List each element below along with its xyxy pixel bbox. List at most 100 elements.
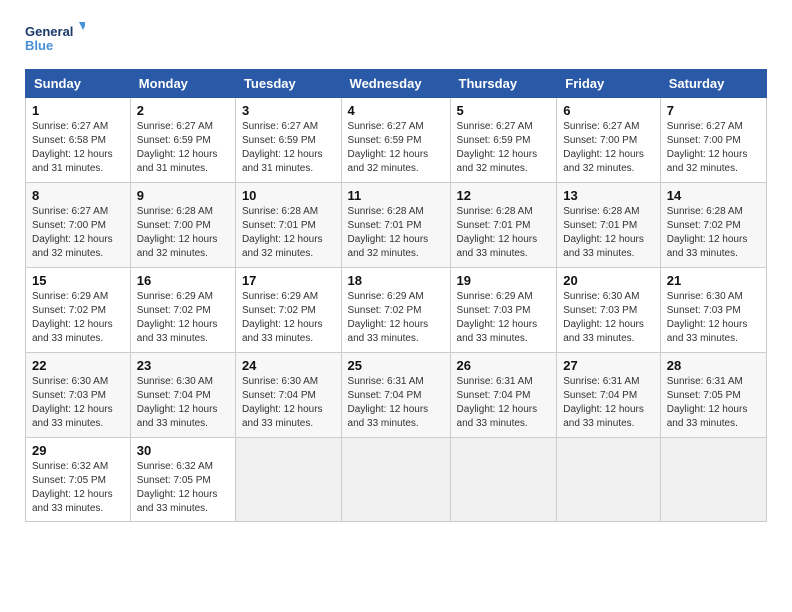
day-cell: 20 Sunrise: 6:30 AM Sunset: 7:03 PM Dayl…	[557, 268, 660, 353]
day-number: 1	[32, 103, 124, 118]
day-number: 5	[457, 103, 551, 118]
calendar-page: General Blue SundayMondayTuesdayWednesda…	[0, 0, 792, 612]
day-info: Sunrise: 6:31 AM Sunset: 7:04 PM Dayligh…	[457, 375, 551, 431]
day-cell: 22 Sunrise: 6:30 AM Sunset: 7:03 PM Dayl…	[26, 353, 131, 438]
day-cell: 2 Sunrise: 6:27 AM Sunset: 6:59 PM Dayli…	[130, 98, 235, 183]
day-cell: 6 Sunrise: 6:27 AM Sunset: 7:00 PM Dayli…	[557, 98, 660, 183]
day-info: Sunrise: 6:31 AM Sunset: 7:04 PM Dayligh…	[348, 375, 444, 431]
day-cell: 23 Sunrise: 6:30 AM Sunset: 7:04 PM Dayl…	[130, 353, 235, 438]
day-cell: 4 Sunrise: 6:27 AM Sunset: 6:59 PM Dayli…	[341, 98, 450, 183]
day-header-wednesday: Wednesday	[341, 70, 450, 98]
day-info: Sunrise: 6:30 AM Sunset: 7:03 PM Dayligh…	[667, 290, 760, 346]
header-area: General Blue	[25, 20, 767, 61]
day-cell: 1 Sunrise: 6:27 AM Sunset: 6:58 PM Dayli…	[26, 98, 131, 183]
day-info: Sunrise: 6:27 AM Sunset: 7:00 PM Dayligh…	[563, 120, 653, 176]
day-number: 4	[348, 103, 444, 118]
day-info: Sunrise: 6:27 AM Sunset: 6:58 PM Dayligh…	[32, 120, 124, 176]
day-info: Sunrise: 6:28 AM Sunset: 7:01 PM Dayligh…	[242, 205, 335, 261]
day-number: 25	[348, 358, 444, 373]
day-cell: 28 Sunrise: 6:31 AM Sunset: 7:05 PM Dayl…	[660, 353, 766, 438]
day-cell: 12 Sunrise: 6:28 AM Sunset: 7:01 PM Dayl…	[450, 183, 557, 268]
day-info: Sunrise: 6:27 AM Sunset: 7:00 PM Dayligh…	[32, 205, 124, 261]
day-number: 7	[667, 103, 760, 118]
day-number: 6	[563, 103, 653, 118]
logo: General Blue	[25, 20, 85, 61]
day-cell	[341, 438, 450, 522]
day-number: 14	[667, 188, 760, 203]
day-cell: 5 Sunrise: 6:27 AM Sunset: 6:59 PM Dayli…	[450, 98, 557, 183]
day-info: Sunrise: 6:29 AM Sunset: 7:02 PM Dayligh…	[242, 290, 335, 346]
day-info: Sunrise: 6:27 AM Sunset: 6:59 PM Dayligh…	[457, 120, 551, 176]
day-header-friday: Friday	[557, 70, 660, 98]
day-cell: 8 Sunrise: 6:27 AM Sunset: 7:00 PM Dayli…	[26, 183, 131, 268]
day-number: 10	[242, 188, 335, 203]
logo-svg: General Blue	[25, 20, 85, 56]
day-cell: 3 Sunrise: 6:27 AM Sunset: 6:59 PM Dayli…	[235, 98, 341, 183]
week-row-5: 29 Sunrise: 6:32 AM Sunset: 7:05 PM Dayl…	[26, 438, 767, 522]
day-cell: 9 Sunrise: 6:28 AM Sunset: 7:00 PM Dayli…	[130, 183, 235, 268]
day-info: Sunrise: 6:31 AM Sunset: 7:05 PM Dayligh…	[667, 375, 760, 431]
day-number: 8	[32, 188, 124, 203]
week-row-4: 22 Sunrise: 6:30 AM Sunset: 7:03 PM Dayl…	[26, 353, 767, 438]
day-header-thursday: Thursday	[450, 70, 557, 98]
day-number: 22	[32, 358, 124, 373]
day-number: 18	[348, 273, 444, 288]
day-info: Sunrise: 6:29 AM Sunset: 7:02 PM Dayligh…	[348, 290, 444, 346]
day-cell: 11 Sunrise: 6:28 AM Sunset: 7:01 PM Dayl…	[341, 183, 450, 268]
day-cell: 10 Sunrise: 6:28 AM Sunset: 7:01 PM Dayl…	[235, 183, 341, 268]
day-number: 15	[32, 273, 124, 288]
day-info: Sunrise: 6:27 AM Sunset: 6:59 PM Dayligh…	[242, 120, 335, 176]
day-info: Sunrise: 6:30 AM Sunset: 7:03 PM Dayligh…	[563, 290, 653, 346]
day-info: Sunrise: 6:27 AM Sunset: 7:00 PM Dayligh…	[667, 120, 760, 176]
day-number: 2	[137, 103, 229, 118]
day-cell	[660, 438, 766, 522]
day-number: 17	[242, 273, 335, 288]
day-info: Sunrise: 6:28 AM Sunset: 7:00 PM Dayligh…	[137, 205, 229, 261]
week-row-2: 8 Sunrise: 6:27 AM Sunset: 7:00 PM Dayli…	[26, 183, 767, 268]
day-number: 9	[137, 188, 229, 203]
day-info: Sunrise: 6:32 AM Sunset: 7:05 PM Dayligh…	[32, 460, 124, 516]
day-headers-row: SundayMondayTuesdayWednesdayThursdayFrid…	[26, 70, 767, 98]
day-number: 30	[137, 443, 229, 458]
day-cell: 29 Sunrise: 6:32 AM Sunset: 7:05 PM Dayl…	[26, 438, 131, 522]
day-cell: 26 Sunrise: 6:31 AM Sunset: 7:04 PM Dayl…	[450, 353, 557, 438]
day-info: Sunrise: 6:28 AM Sunset: 7:01 PM Dayligh…	[457, 205, 551, 261]
day-header-monday: Monday	[130, 70, 235, 98]
day-number: 20	[563, 273, 653, 288]
week-row-1: 1 Sunrise: 6:27 AM Sunset: 6:58 PM Dayli…	[26, 98, 767, 183]
day-number: 28	[667, 358, 760, 373]
day-number: 16	[137, 273, 229, 288]
day-number: 12	[457, 188, 551, 203]
day-info: Sunrise: 6:31 AM Sunset: 7:04 PM Dayligh…	[563, 375, 653, 431]
day-info: Sunrise: 6:29 AM Sunset: 7:03 PM Dayligh…	[457, 290, 551, 346]
day-number: 13	[563, 188, 653, 203]
day-info: Sunrise: 6:29 AM Sunset: 7:02 PM Dayligh…	[32, 290, 124, 346]
day-cell: 19 Sunrise: 6:29 AM Sunset: 7:03 PM Dayl…	[450, 268, 557, 353]
day-cell: 14 Sunrise: 6:28 AM Sunset: 7:02 PM Dayl…	[660, 183, 766, 268]
day-header-saturday: Saturday	[660, 70, 766, 98]
day-info: Sunrise: 6:27 AM Sunset: 6:59 PM Dayligh…	[348, 120, 444, 176]
svg-text:Blue: Blue	[25, 38, 53, 53]
day-cell: 27 Sunrise: 6:31 AM Sunset: 7:04 PM Dayl…	[557, 353, 660, 438]
day-cell: 25 Sunrise: 6:31 AM Sunset: 7:04 PM Dayl…	[341, 353, 450, 438]
day-header-sunday: Sunday	[26, 70, 131, 98]
day-info: Sunrise: 6:30 AM Sunset: 7:04 PM Dayligh…	[242, 375, 335, 431]
day-cell	[557, 438, 660, 522]
day-cell: 30 Sunrise: 6:32 AM Sunset: 7:05 PM Dayl…	[130, 438, 235, 522]
day-cell: 7 Sunrise: 6:27 AM Sunset: 7:00 PM Dayli…	[660, 98, 766, 183]
day-cell	[450, 438, 557, 522]
svg-text:General: General	[25, 24, 73, 39]
day-info: Sunrise: 6:28 AM Sunset: 7:01 PM Dayligh…	[563, 205, 653, 261]
day-number: 21	[667, 273, 760, 288]
day-cell: 18 Sunrise: 6:29 AM Sunset: 7:02 PM Dayl…	[341, 268, 450, 353]
day-header-tuesday: Tuesday	[235, 70, 341, 98]
day-info: Sunrise: 6:32 AM Sunset: 7:05 PM Dayligh…	[137, 460, 229, 516]
day-cell: 15 Sunrise: 6:29 AM Sunset: 7:02 PM Dayl…	[26, 268, 131, 353]
day-cell: 24 Sunrise: 6:30 AM Sunset: 7:04 PM Dayl…	[235, 353, 341, 438]
day-number: 24	[242, 358, 335, 373]
day-number: 11	[348, 188, 444, 203]
day-number: 19	[457, 273, 551, 288]
day-info: Sunrise: 6:29 AM Sunset: 7:02 PM Dayligh…	[137, 290, 229, 346]
day-info: Sunrise: 6:28 AM Sunset: 7:01 PM Dayligh…	[348, 205, 444, 261]
week-row-3: 15 Sunrise: 6:29 AM Sunset: 7:02 PM Dayl…	[26, 268, 767, 353]
